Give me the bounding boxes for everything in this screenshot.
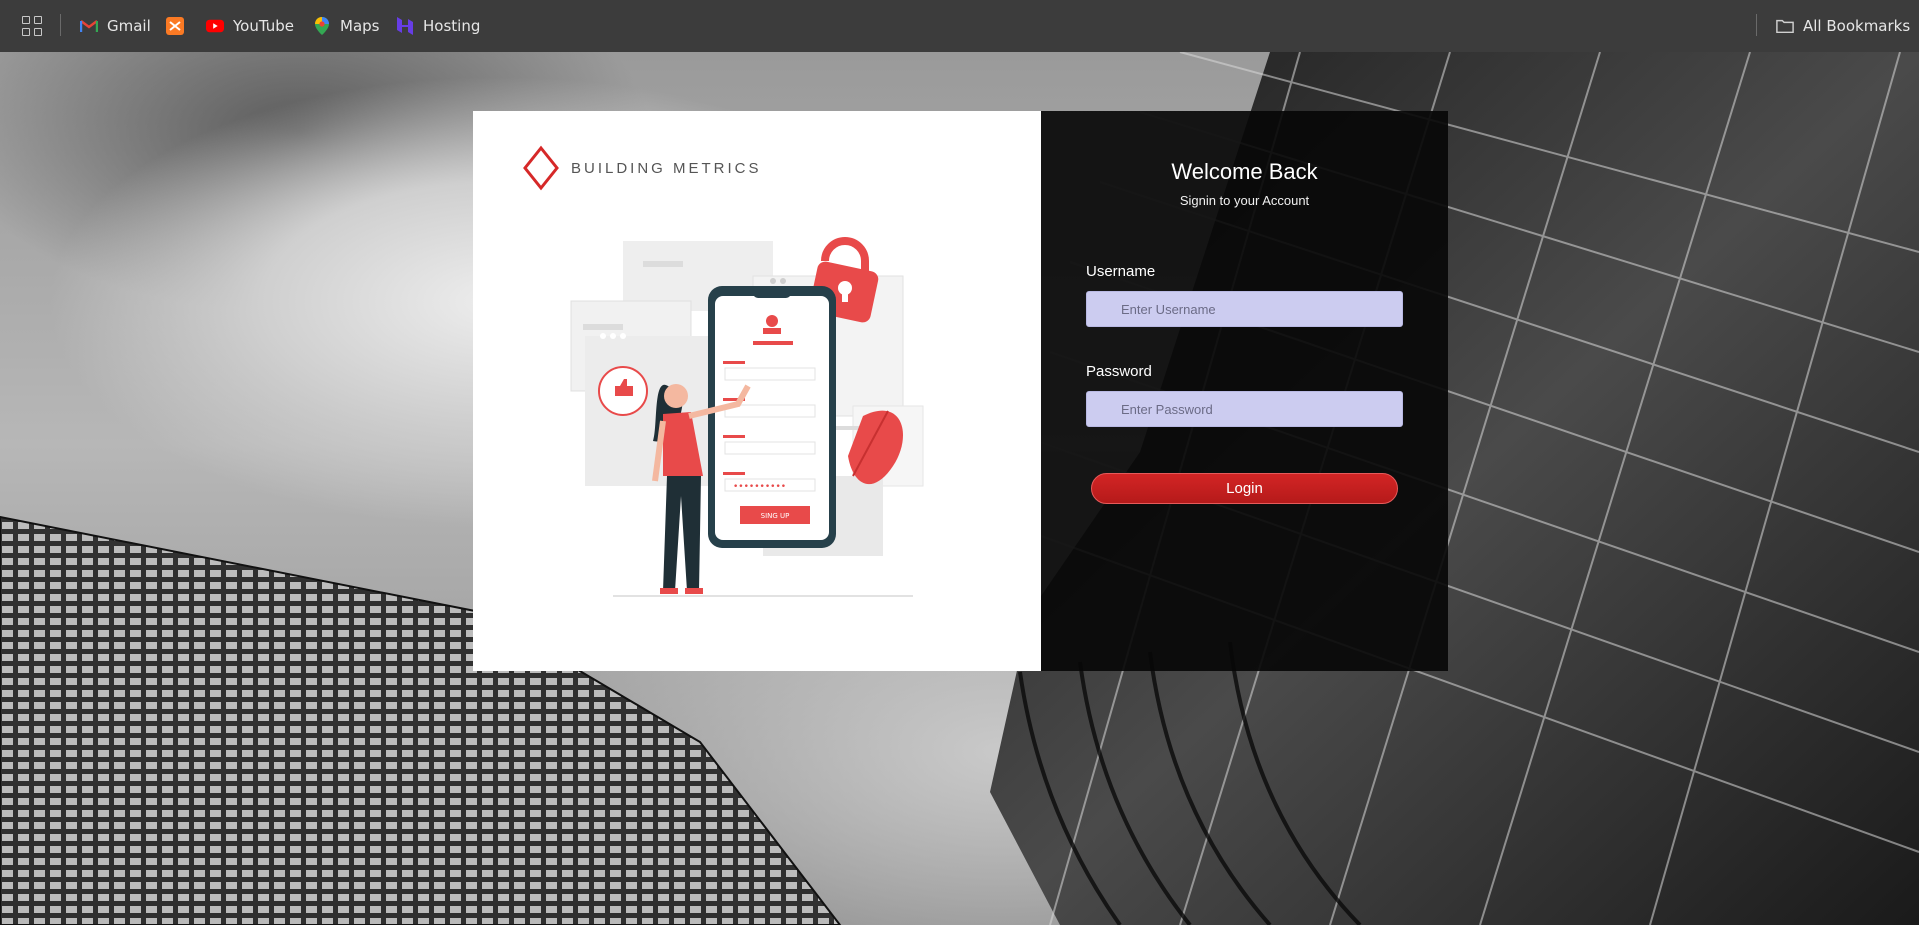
- username-label: Username: [1086, 263, 1156, 280]
- bookmark-maps[interactable]: Maps: [313, 13, 379, 39]
- brand-logo: BUILDING METRICS: [521, 145, 762, 191]
- brand-name: BUILDING METRICS: [571, 159, 762, 177]
- bookmark-gmail[interactable]: Gmail: [80, 13, 151, 39]
- bookmark-hosting[interactable]: Hosting: [396, 13, 480, 39]
- folder-icon: [1776, 17, 1794, 35]
- login-button[interactable]: Login: [1091, 473, 1398, 504]
- bookmark-youtube[interactable]: YouTube: [206, 13, 294, 39]
- xampp-icon: [166, 17, 184, 35]
- bookmark-label: Hosting: [423, 17, 481, 35]
- illustration-signup-text: SING UP: [761, 512, 790, 520]
- youtube-icon: [206, 17, 224, 35]
- diamond-logo-icon: [523, 145, 559, 191]
- maps-icon: [313, 17, 331, 35]
- signup-illustration: •••••••••• SING UP: [570, 237, 924, 597]
- all-bookmarks-button[interactable]: All Bookmarks: [1776, 13, 1910, 39]
- login-subtitle: Signin to your Account: [1179, 193, 1310, 208]
- bookmark-label: Gmail: [107, 17, 151, 35]
- login-title: Welcome Back: [1171, 159, 1318, 184]
- password-label: Password: [1086, 363, 1152, 380]
- login-form-panel: Welcome Back Signin to your Account User…: [1041, 111, 1448, 671]
- hostinger-icon: [396, 17, 414, 35]
- bookmark-xampp[interactable]: [166, 13, 193, 39]
- all-bookmarks-label: All Bookmarks: [1803, 17, 1911, 35]
- apps-grid-icon[interactable]: [22, 16, 42, 36]
- username-input[interactable]: [1086, 291, 1403, 327]
- bookmarks-bar: Gmail YouTube Maps Hosting All Bookmarks: [0, 0, 1919, 52]
- login-card-illustration-panel: BUILDING METRICS •••••••••• SING UP: [473, 111, 1041, 671]
- bookmarks-separator: [1756, 14, 1757, 36]
- bookmarks-separator: [60, 14, 61, 36]
- svg-text:••••••••••: ••••••••••: [733, 482, 786, 492]
- password-input[interactable]: [1086, 391, 1403, 427]
- bookmark-label: Maps: [340, 17, 380, 35]
- bookmark-label: YouTube: [233, 17, 294, 35]
- gmail-icon: [80, 17, 98, 35]
